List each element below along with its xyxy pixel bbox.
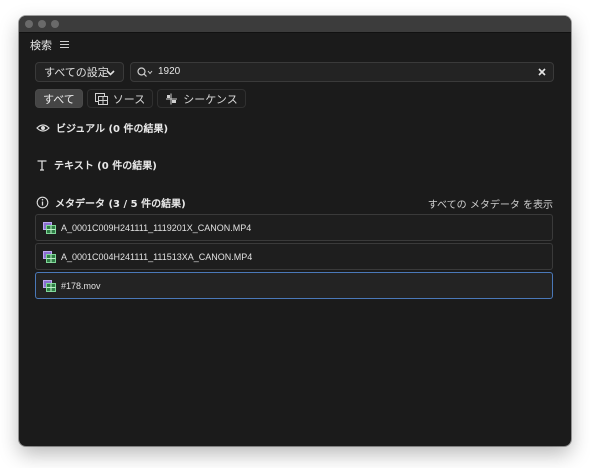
filter-tab-sources[interactable]: ソース	[86, 89, 154, 108]
section-text-title: テキスト (0 件の結果)	[54, 161, 157, 172]
section-metadata-header: メタデータ (3 / 5 件の結果)	[36, 195, 186, 210]
filter-tab-all[interactable]: すべて	[35, 89, 83, 108]
video-clip-icon	[43, 250, 56, 263]
search-icon[interactable]	[137, 67, 153, 78]
text-type-icon	[37, 159, 47, 171]
filter-tab-label: シーケンス	[183, 92, 238, 106]
eye-icon	[36, 123, 50, 132]
result-row-selected[interactable]: #178.mov	[35, 272, 553, 299]
section-visual-title: ビジュアル (0 件の結果)	[56, 124, 169, 135]
close-window-button[interactable]	[25, 20, 33, 28]
panel-header: 検索	[30, 37, 69, 53]
result-file-name: A_0001C009H241111_1119201X_CANON.MP4	[61, 222, 252, 233]
panel-menu-icon[interactable]	[60, 41, 69, 49]
filter-tab-label: すべて	[43, 92, 75, 106]
result-row[interactable]: A_0001C004H241111_111513XA_CANON.MP4	[35, 243, 553, 270]
search-scope-dropdown[interactable]: すべての設定	[35, 62, 124, 82]
search-query-text: 1920	[158, 66, 181, 77]
clear-search-icon[interactable]	[537, 67, 547, 77]
panel-title[interactable]: 検索	[30, 37, 52, 53]
source-clip-icon	[94, 92, 108, 105]
filter-tab-sequences[interactable]: シーケンス	[157, 89, 246, 108]
chevron-down-icon	[106, 70, 115, 76]
result-file-name: A_0001C004H241111_111513XA_CANON.MP4	[61, 251, 253, 262]
search-panel-window: 検索 すべての設定 1920 すべて ソース シーケンス ビジュアル (0 件の…	[19, 16, 571, 446]
search-scope-value: すべての設定	[44, 66, 109, 79]
info-icon	[36, 196, 49, 209]
show-all-metadata-link[interactable]: すべての メタデータ を表示	[428, 196, 553, 211]
search-input[interactable]: 1920	[130, 62, 554, 82]
zoom-window-button[interactable]	[51, 20, 59, 28]
section-visual-header: ビジュアル (0 件の結果)	[36, 120, 168, 135]
video-clip-icon	[43, 279, 56, 292]
sequence-icon	[166, 93, 178, 104]
metadata-results-list: A_0001C009H241111_1119201X_CANON.MP4 A_0…	[35, 214, 553, 301]
filter-tabs: すべて ソース シーケンス	[35, 89, 246, 108]
minimize-window-button[interactable]	[38, 20, 46, 28]
section-text-header: テキスト (0 件の結果)	[36, 157, 157, 172]
video-clip-icon	[43, 221, 56, 234]
section-metadata-title: メタデータ (3 / 5 件の結果)	[55, 199, 186, 210]
result-file-name: #178.mov	[61, 280, 101, 291]
filter-tab-label: ソース	[112, 92, 146, 106]
window-titlebar	[19, 16, 571, 33]
result-row[interactable]: A_0001C009H241111_1119201X_CANON.MP4	[35, 214, 553, 241]
